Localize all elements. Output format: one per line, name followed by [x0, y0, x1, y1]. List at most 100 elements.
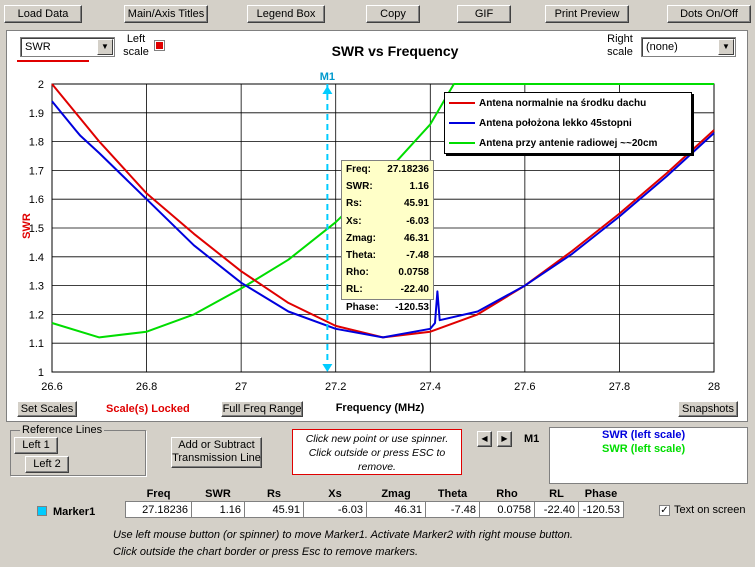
- scales-locked-label: Scale(s) Locked: [106, 403, 190, 415]
- readout-row: SWR: 1.16: [342, 178, 433, 195]
- table-cell: -6.03: [303, 501, 367, 518]
- readout-row: Theta: -7.48: [342, 247, 433, 264]
- chart-legend[interactable]: Antena normalnie na środku dachu Antena …: [444, 92, 692, 154]
- readout-row: Zmag: 46.31: [342, 230, 433, 247]
- set-scales-button[interactable]: Set Scales: [17, 401, 77, 417]
- arrow-left-icon: ◀: [481, 434, 488, 443]
- readout-key: Rs:: [346, 198, 363, 210]
- y-tick-label: 1.6: [29, 194, 44, 206]
- table-cell: 0.0758: [479, 501, 535, 518]
- readout-key: Xs:: [346, 215, 362, 227]
- x-axis-label: Frequency (MHz): [335, 402, 425, 414]
- readout-value: -22.40: [400, 284, 429, 296]
- y-tick-label: 1.7: [29, 165, 44, 177]
- readout-value: 46.31: [403, 232, 429, 244]
- readout-row: Rho: 0.0758: [342, 264, 433, 281]
- legend-item: Antena przy antenie radiowej ~~20cm: [445, 133, 691, 153]
- left2-reference-button[interactable]: Left 2: [25, 456, 69, 473]
- spinner-left-button[interactable]: ◀: [477, 431, 492, 447]
- table-cell: 45.91: [244, 501, 304, 518]
- table-cell: 27.18236: [125, 501, 192, 518]
- add-subtract-transmission-line-button[interactable]: Add or Subtract Transmission Line: [171, 437, 262, 468]
- marker-label: M1: [320, 71, 335, 83]
- readout-key: Theta:: [346, 249, 376, 261]
- y-tick-label: 1.1: [29, 338, 44, 350]
- marker-readout-tooltip: Freq: 27.18236 SWR: 1.16 Rs: 45.91 Xs: -6.03…: [341, 160, 434, 313]
- x-tick-label: 27.2: [325, 381, 346, 393]
- snapshots-button[interactable]: Snapshots: [678, 401, 738, 417]
- marker-info-line: SWR (left scale): [602, 443, 686, 455]
- table-row: 27.18236 1.16 45.91 -6.03 46.31 -7.48 0.…: [125, 501, 624, 518]
- x-tick-label: 27: [235, 381, 247, 393]
- spinner-right-button[interactable]: ▶: [497, 431, 512, 447]
- table-header-row: Freq SWR Rs Xs Zmag Theta Rho RL Phase: [126, 487, 624, 502]
- readout-row: Xs: -6.03: [342, 213, 433, 230]
- readout-key: Freq:: [346, 164, 371, 175]
- readout-value: -6.03: [406, 215, 429, 227]
- readout-row: Rs: 45.91: [342, 195, 433, 212]
- legend-label: Antena położona lekko 45stopni: [479, 117, 632, 129]
- marker-values-table: Freq SWR Rs Xs Zmag Theta Rho RL Phase 2…: [125, 487, 624, 518]
- table-cell: -120.53: [578, 501, 624, 518]
- readout-key: RL:: [346, 284, 363, 296]
- column-header: Rs: [266, 488, 282, 500]
- arrow-right-icon: ▶: [501, 434, 508, 443]
- column-header: Phase: [584, 488, 618, 500]
- instruction-line: Use left mouse button (or spinner) to mo…: [113, 529, 573, 541]
- legend-swatch: [449, 142, 475, 144]
- y-tick-label: 1: [38, 367, 44, 379]
- marker-info-line: SWR (left scale): [602, 429, 686, 441]
- readout-row: Freq: 27.18236: [342, 161, 433, 178]
- marker1-label: Marker1: [53, 506, 96, 518]
- legend-label: Antena normalnie na środku dachu: [479, 97, 647, 109]
- table-cell: -7.48: [425, 501, 480, 518]
- y-tick-label: 1.3: [29, 281, 44, 293]
- readout-key: Zmag:: [346, 232, 376, 244]
- y-tick-label: 2: [38, 79, 44, 91]
- legend-item: Antena położona lekko 45stopni: [445, 113, 691, 133]
- legend-item: Antena normalnie na środku dachu: [445, 93, 691, 113]
- readout-value: 1.16: [409, 181, 429, 193]
- readout-value: 0.0758: [398, 267, 429, 279]
- full-freq-range-button[interactable]: Full Freq Range: [221, 401, 303, 417]
- column-header: Freq: [146, 488, 171, 500]
- x-tick-label: 26.6: [41, 381, 62, 393]
- x-tick-label: 27.4: [420, 381, 441, 393]
- table-cell: -22.40: [534, 501, 579, 518]
- reference-lines-title: Reference Lines: [20, 424, 105, 436]
- x-tick-label: 26.8: [136, 381, 157, 393]
- readout-value: 45.91: [403, 198, 429, 210]
- legend-label: Antena przy antenie radiowej ~~20cm: [479, 137, 658, 149]
- y-axis-label: SWR: [20, 213, 33, 239]
- column-header: Xs: [328, 488, 342, 500]
- x-tick-label: 27.6: [514, 381, 535, 393]
- table-cell: 46.31: [366, 501, 426, 518]
- marker-label: M1: [524, 433, 540, 445]
- y-tick-label: 1.9: [29, 108, 44, 120]
- legend-swatch: [449, 122, 475, 124]
- column-header: RL: [549, 488, 564, 500]
- readout-row: RL: -22.40: [342, 281, 433, 298]
- readout-value: -120.53: [395, 301, 429, 313]
- readout-key: Rho:: [346, 267, 369, 279]
- marker1-color-icon: [37, 506, 47, 516]
- instruction-line: Click outside the chart border or press …: [113, 546, 419, 558]
- legend-swatch: [449, 102, 475, 104]
- column-header: Zmag: [381, 488, 411, 500]
- y-tick-label: 1.8: [29, 137, 44, 149]
- column-header: SWR: [205, 488, 231, 500]
- left1-reference-button[interactable]: Left 1: [14, 437, 58, 454]
- column-header: Rho: [496, 488, 518, 500]
- marker-hint-box: Click new point or use spinner. Click ou…: [292, 429, 462, 475]
- x-tick-label: 28: [708, 381, 720, 393]
- marker-info-panel: SWR (left scale) SWR (left scale): [549, 427, 748, 484]
- readout-key: SWR:: [346, 181, 373, 193]
- text-on-screen-label: Text on screen: [674, 504, 746, 516]
- text-on-screen-checkbox[interactable]: ✓: [659, 505, 670, 516]
- readout-value: -7.48: [406, 249, 429, 261]
- readout-value: 27.18236: [387, 164, 429, 175]
- checkmark-icon: ✓: [660, 505, 669, 516]
- column-header: Theta: [437, 488, 468, 500]
- y-tick-label: 1.2: [29, 309, 44, 321]
- y-tick-label: 1.4: [29, 252, 44, 264]
